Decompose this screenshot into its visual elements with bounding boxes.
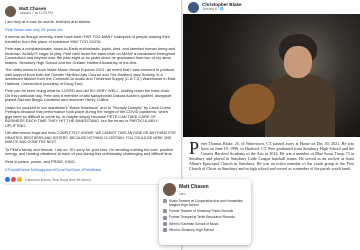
briefcase-icon — [163, 209, 167, 214]
hover-card-name[interactable]: Matt Chasen — [179, 184, 209, 190]
memorial-header: Christopher Blake January 6 · 🌐 — [183, 0, 360, 14]
hover-card-item-text: Former Teacher of Simsbury Public School… — [169, 209, 234, 213]
briefcase-icon — [163, 199, 167, 204]
post-paragraph: Life often seems frugal and feels COMPLE… — [5, 131, 176, 144]
post-body: I am truly at a loss for words, brothers… — [5, 19, 176, 172]
obituary-text-block: P eter Thomas Blake, 25, of Watertown, C… — [183, 137, 360, 175]
hover-card-item-text: Went to Eastman School of Music — [169, 221, 219, 226]
hover-card-item-text: Music Teacher at Cooperative Arts and Hu… — [169, 199, 243, 207]
post-paragraph: I am truly at a loss for words, brothers… — [5, 19, 92, 24]
hover-card-item: Former Trumpet at Tenth Revolution Recor… — [163, 215, 247, 220]
poster-info: Christopher Blake January 6 · 🌐 — [202, 2, 242, 12]
hover-card-item: Went to Eastman School of Music — [163, 222, 247, 226]
post-paragraph: Pete was a compassionate, down-to-Earth … — [5, 46, 176, 65]
author-info: Matt Chasen January 7 at 11:05 PM — [19, 6, 53, 16]
obituary-text: eter Thomas Blake, 25, of Watertown, CT,… — [189, 141, 354, 171]
memorial-photo[interactable] — [183, 14, 360, 137]
post-hashtags[interactable]: #TheyAllSeemToDisappear #GoneTooSoon #Pe… — [5, 167, 176, 172]
hover-card-header: Matt Chasen Intro — [163, 183, 247, 196]
hover-card-avatar[interactable] — [163, 183, 176, 196]
reaction-count[interactable]: Fabulous Minon, Bob Boyd and 99 others — [25, 178, 91, 182]
hover-card-details: Music Teacher at Cooperative Arts and Hu… — [163, 199, 247, 233]
hover-card-item: Went to Simsbury High School — [163, 227, 247, 233]
post-header: Matt Chasen January 7 at 11:05 PM — [5, 4, 176, 18]
post-paragraph: The video below is from Make Music Versa… — [5, 67, 176, 86]
haha-icon — [17, 177, 22, 182]
author-avatar[interactable] — [5, 5, 16, 17]
facebook-post: Matt Chasen January 7 at 11:05 PM I am t… — [0, 0, 182, 250]
photo-figure-face — [284, 46, 312, 78]
hover-card-intro-label: Intro — [179, 191, 186, 196]
hover-card-item: Music Teacher at Cooperative Arts and Hu… — [163, 199, 247, 207]
reaction-bar[interactable]: Fabulous Minon, Bob Boyd and 99 others — [5, 177, 176, 185]
post-paragraph: Rest in peace, power, and PRIDE, KING. — [5, 158, 76, 164]
profile-hover-card: Matt Chasen Intro Music Teacher at Coope… — [159, 179, 251, 245]
post-paragraph: Listen for yourself to low manifesto's "… — [5, 104, 172, 128]
post-timestamp[interactable]: January 7 at 11:05 PM — [19, 11, 53, 16]
post-paragraph: It seems as though recently, there have … — [5, 34, 170, 44]
graduation-cap-icon — [163, 221, 167, 226]
graduation-cap-icon — [163, 228, 167, 233]
hover-card-item-text: Went to Simsbury High School — [169, 227, 214, 232]
like-icon — [5, 177, 10, 182]
hover-card-item: Former Teacher of Simsbury Public School… — [163, 209, 247, 214]
post-paragraph: Pete can be seen doing what he LOVED and… — [5, 88, 172, 102]
poster-avatar[interactable] — [188, 1, 199, 13]
hover-card-item-text: Former Trumpet at Tenth Revolution Recor… — [169, 215, 235, 220]
post-paragraph: Pete Blake was only 25 years old. — [5, 26, 64, 32]
photo-figure-body — [265, 74, 335, 137]
post-paragraph: To Pete's family and friends, I am so, S… — [5, 146, 173, 156]
love-icon — [11, 177, 16, 182]
obituary-dropcap: P — [189, 138, 200, 158]
briefcase-icon — [163, 215, 167, 220]
poster-timestamp[interactable]: January 6 · 🌐 — [202, 7, 242, 12]
